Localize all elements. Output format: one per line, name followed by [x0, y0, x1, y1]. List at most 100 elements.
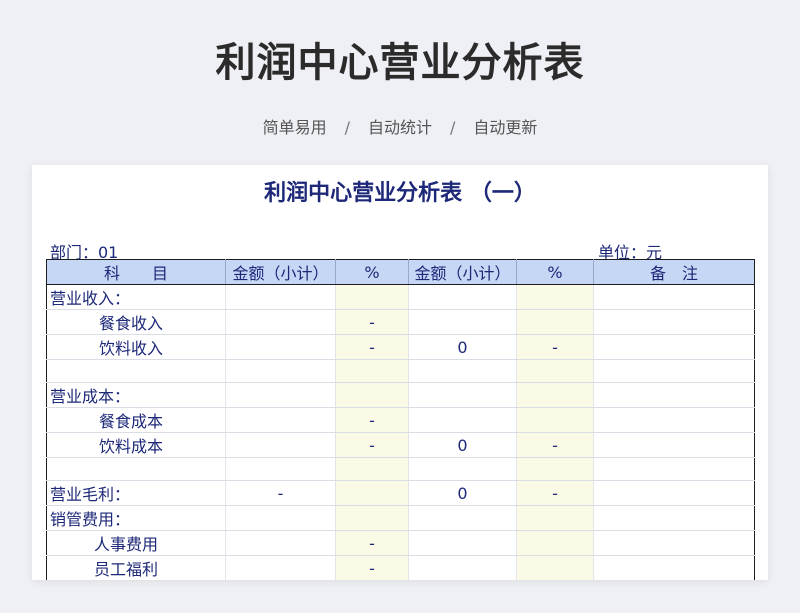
cell-percent-1: -	[335, 555, 409, 580]
cell-subject	[46, 457, 226, 481]
table-row: 人事费用 -	[46, 530, 755, 556]
cell-note	[593, 432, 755, 458]
cell-note	[593, 530, 755, 556]
cell-amount-1	[225, 284, 336, 310]
cell-percent-1	[335, 359, 409, 383]
cell-amount-2: 0	[408, 432, 517, 458]
cell-amount-1	[225, 334, 336, 360]
cell-amount-2	[408, 555, 517, 580]
page-title: 利润中心营业分析表	[215, 40, 585, 86]
cell-amount-1	[225, 309, 336, 335]
cell-amount-2	[408, 284, 517, 310]
col-percent-2: %	[516, 259, 594, 285]
table-row: 营业收入：	[46, 284, 755, 310]
cell-percent-1: -	[335, 432, 409, 458]
cell-amount-1	[225, 382, 336, 408]
cell-amount-2	[408, 309, 517, 335]
table-row: 员工福利 -	[46, 555, 755, 580]
feature-tags: 简单易用 / 自动统计 / 自动更新	[0, 114, 800, 138]
cell-note	[593, 359, 755, 383]
table-header-row: 科 目 金额（小计） % 金额（小计） % 备 注	[46, 259, 755, 285]
cell-percent-1	[335, 480, 409, 506]
cell-subject: 营业毛利：	[46, 480, 226, 506]
table-row: 饮料收入 -0-	[46, 334, 755, 360]
col-subject: 科 目	[46, 259, 226, 285]
tag-auto-update: 自动更新	[473, 118, 538, 137]
table-row	[46, 457, 755, 481]
cell-amount-1	[225, 555, 336, 580]
tag-separator: /	[344, 118, 350, 137]
cell-percent-2: -	[516, 480, 594, 506]
cell-percent-1: -	[335, 334, 409, 360]
col-amount-2: 金额（小计）	[408, 259, 517, 285]
cell-percent-1	[335, 382, 409, 408]
cell-percent-1	[335, 505, 409, 531]
cell-percent-2	[516, 284, 594, 310]
cell-percent-2	[516, 359, 594, 383]
cell-subject	[46, 359, 226, 383]
cell-percent-2	[516, 555, 594, 580]
cell-percent-1: -	[335, 530, 409, 556]
cell-note	[593, 334, 755, 360]
cell-percent-2	[516, 530, 594, 556]
cell-note	[593, 555, 755, 580]
col-percent-1: %	[335, 259, 409, 285]
cell-subject: 人事费用	[46, 530, 226, 556]
table-row: 饮料成本 -0-	[46, 432, 755, 458]
cell-percent-2	[516, 457, 594, 481]
cell-amount-1	[225, 457, 336, 481]
cell-amount-1	[225, 530, 336, 556]
cell-amount-1: -	[225, 480, 336, 506]
cell-amount-2	[408, 359, 517, 383]
cell-percent-1	[335, 457, 409, 481]
cell-percent-2	[516, 407, 594, 433]
table-row: 营业成本：	[46, 382, 755, 408]
cell-note	[593, 382, 755, 408]
cell-percent-1: -	[335, 407, 409, 433]
cell-percent-2	[516, 309, 594, 335]
cell-note	[593, 457, 755, 481]
tag-easy: 简单易用	[262, 118, 327, 137]
cell-subject: 员工福利	[46, 555, 226, 580]
cell-subject: 餐食收入	[46, 309, 226, 335]
table-row: 销管费用：	[46, 505, 755, 531]
sheet-title: 利润中心营业分析表 （一）	[264, 181, 536, 206]
cell-note	[593, 505, 755, 531]
cell-amount-1	[225, 432, 336, 458]
cell-note	[593, 309, 755, 335]
tag-separator: /	[450, 118, 456, 137]
cell-subject: 饮料收入	[46, 334, 226, 360]
cell-subject: 营业收入：	[46, 284, 226, 310]
cell-amount-2: 0	[408, 480, 517, 506]
cell-subject: 销管费用：	[46, 505, 226, 531]
table-row: 餐食收入 -	[46, 309, 755, 335]
cell-subject: 饮料成本	[46, 432, 226, 458]
tag-auto-stat: 自动统计	[367, 118, 432, 137]
cell-amount-2	[408, 382, 517, 408]
cell-amount-1	[225, 359, 336, 383]
cell-percent-2: -	[516, 432, 594, 458]
cell-percent-1: -	[335, 309, 409, 335]
cell-subject: 营业成本：	[46, 382, 226, 408]
col-note: 备 注	[593, 259, 755, 285]
spreadsheet-preview: 利润中心营业分析表 （一） 部门：01 单位：元 科 目 金额（小计） % 金额…	[32, 165, 768, 580]
cell-percent-1	[335, 284, 409, 310]
cell-note	[593, 480, 755, 506]
cell-subject: 餐食成本	[46, 407, 226, 433]
cell-amount-1	[225, 407, 336, 433]
cell-amount-2	[408, 407, 517, 433]
table-row: 营业毛利： -0-	[46, 480, 755, 506]
cell-note	[593, 284, 755, 310]
col-amount-1: 金额（小计）	[225, 259, 336, 285]
table-row: 餐食成本 -	[46, 407, 755, 433]
cell-amount-2: 0	[408, 334, 517, 360]
cell-amount-2	[408, 530, 517, 556]
cell-percent-2	[516, 505, 594, 531]
cell-amount-1	[225, 505, 336, 531]
cell-percent-2	[516, 382, 594, 408]
analysis-table: 科 目 金额（小计） % 金额（小计） % 备 注 营业收入： 餐食收入 - 饮料收入…	[46, 259, 755, 580]
cell-percent-2: -	[516, 334, 594, 360]
cell-amount-2	[408, 505, 517, 531]
cell-note	[593, 407, 755, 433]
table-row	[46, 359, 755, 383]
